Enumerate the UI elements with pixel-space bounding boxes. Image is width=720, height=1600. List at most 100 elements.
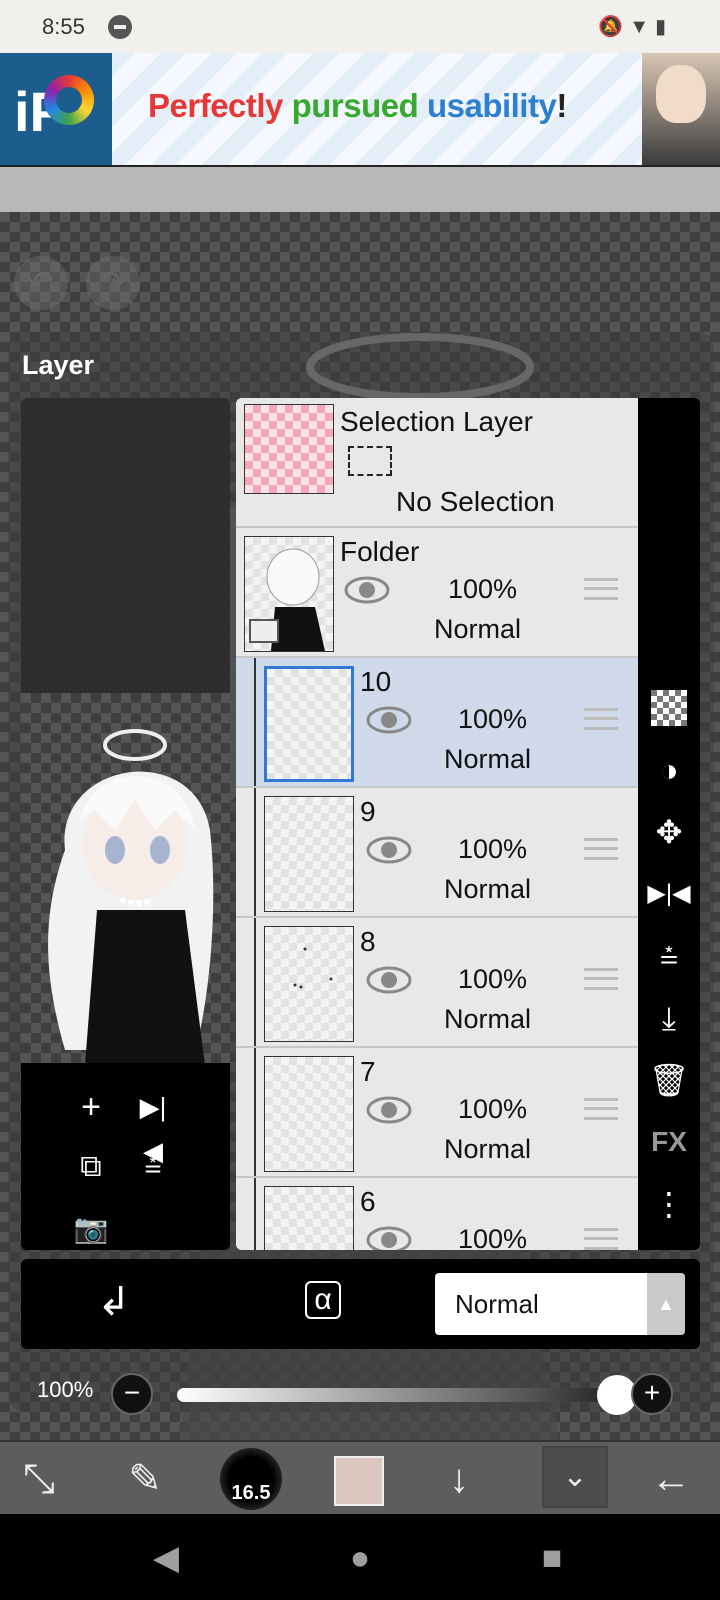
battery-icon: ▮ [654,16,672,38]
tool-switch-icon[interactable]: ⤡ [8,1448,70,1510]
merge-icon[interactable]: ⩮ [131,1145,175,1189]
preview-dark-area [21,398,230,693]
chevron-up-icon: ▲ [647,1273,685,1335]
system-nav-bar: ◀ ● ■ [0,1514,720,1600]
eye-icon[interactable] [344,576,390,604]
folder-tree-line [254,658,256,786]
drag-handle-icon[interactable] [584,1228,618,1250]
status-bar: 8:55 🔕▼▮ [0,0,720,53]
layer-blend-mode: Normal [434,614,522,644]
folder-tree-line [254,1178,256,1250]
more-vertical-icon[interactable]: ⋮ [647,1182,691,1226]
brush-size-value: 16.5 [231,1482,271,1504]
layer-blend-mode: Normal [444,874,532,904]
brush-size-button[interactable]: 16.5 [220,1448,282,1510]
fx-button[interactable]: FX [647,1120,691,1164]
ad-logo: iP [0,53,112,165]
layer-name: 6 [360,1186,376,1217]
layer-name: 10 [360,666,392,697]
nav-back-icon[interactable]: ◀ [146,1538,186,1578]
layer-row-7[interactable]: 7 100% Normal [236,1048,638,1178]
redo-button[interactable]: ↷ [86,256,140,310]
layer-thumb [264,796,354,912]
layer-row-folder[interactable]: Folder 100% Normal [236,528,638,658]
color-wheel-icon [44,75,94,125]
ad-portrait-image [642,53,720,165]
ad-banner[interactable]: iP Perfectly pursued usability! [0,53,720,165]
drag-handle-icon[interactable] [584,968,618,990]
drag-handle-icon[interactable] [584,578,618,600]
layer-row-8[interactable]: 8 100% Normal [236,918,638,1048]
preview-tools: + ▶|◀ ⧉ ⩮ 📷 [21,1063,230,1250]
wifi-icon: ▼ [629,16,655,38]
character-preview [48,729,214,1065]
layer-row-9[interactable]: 9 100% Normal [236,788,638,918]
layers-button[interactable]: ⌄ [542,1446,608,1508]
opacity-increase-button[interactable]: + [631,1373,673,1415]
layer-opacity: 100% [458,1094,528,1124]
status-time: 8:55 [42,14,85,39]
layer-opacity: 100% [458,704,528,734]
opacity-decrease-button[interactable]: − [111,1373,153,1415]
add-layer-icon[interactable]: + [69,1085,113,1129]
layer-opacity: 100% [448,574,518,604]
slogan-word: Perfectly [148,87,283,124]
undo-button[interactable]: ↶ [14,256,68,310]
layer-row-10[interactable]: 10 100% Normal [236,658,638,788]
layer-preview: + ▶|◀ ⧉ ⩮ 📷 [21,398,230,1250]
folder-tree-line [254,788,256,916]
clip-layer-icon[interactable]: ↲ [97,1279,131,1325]
duplicate-icon[interactable]: ⧉ [69,1145,113,1189]
blend-mode-value: Normal [455,1289,539,1319]
layer-opacity: 100% [458,964,528,994]
layer-blend-mode: Normal [444,1134,532,1164]
blend-mode-select[interactable]: Normal ▲ [435,1273,685,1335]
selection-status: No Selection [396,486,555,517]
selection-layer-name: Selection Layer [340,406,534,437]
transparency-icon[interactable] [647,686,691,730]
status-icons: 🔕▼▮ [598,14,672,39]
drag-handle-icon[interactable] [584,838,618,860]
layer-thumb [264,1186,354,1250]
trash-icon[interactable]: 🗑 [647,1058,691,1102]
nav-home-icon[interactable]: ● [340,1538,380,1578]
slogan-word: pursued [291,87,419,124]
layer-name: 9 [360,796,376,827]
selection-layer-thumb [244,404,334,494]
move-icon[interactable]: ✥ [647,810,691,854]
eye-icon[interactable] [366,1226,412,1250]
brush-icon[interactable]: ✎ [114,1448,176,1510]
drag-handle-icon[interactable] [584,708,618,730]
eye-icon[interactable] [366,1096,412,1124]
eye-icon[interactable] [366,836,412,864]
eye-icon[interactable] [366,706,412,734]
folder-icon [249,619,279,643]
folder-tree-line [254,1048,256,1176]
flip-horizontal-icon[interactable]: ▶|◀ [647,872,691,916]
layer-blend-mode: Normal [444,744,532,774]
layer-dialog-title: Layer [22,350,95,380]
layer-thumb-art [293,947,333,989]
layer-thumb [264,1056,354,1172]
fill-icon[interactable]: ◑ [647,748,691,792]
layer-name: 8 [360,926,376,957]
canvas-top-strip [0,165,720,212]
drag-handle-icon[interactable] [584,1098,618,1120]
arrow-down-icon[interactable]: ↓ [428,1448,490,1510]
lock-alpha-icon[interactable]: α [305,1281,341,1319]
nav-recents-icon[interactable]: ■ [532,1538,572,1578]
selection-layer-row[interactable]: Selection Layer No Selection [236,398,638,528]
layer-thumb [244,536,334,652]
camera-icon[interactable]: 📷 [69,1207,113,1250]
layer-row-6[interactable]: 6 100% [236,1178,638,1250]
layer-list: Selection Layer No Selection Folder 100%… [236,398,638,1250]
back-arrow-icon[interactable]: ← [640,1448,702,1510]
opacity-control: 100% − + [21,1355,700,1431]
color-swatch-button[interactable] [334,1456,384,1506]
merge-down-icon[interactable]: ⤓ [647,996,691,1040]
opacity-slider[interactable] [177,1388,617,1402]
flip-icon[interactable]: ▶|◀ [131,1085,175,1166]
eye-icon[interactable] [366,966,412,994]
flip-vertical-icon[interactable]: ⩮ [647,934,691,978]
ad-slogan: Perfectly pursued usability! [148,87,567,125]
